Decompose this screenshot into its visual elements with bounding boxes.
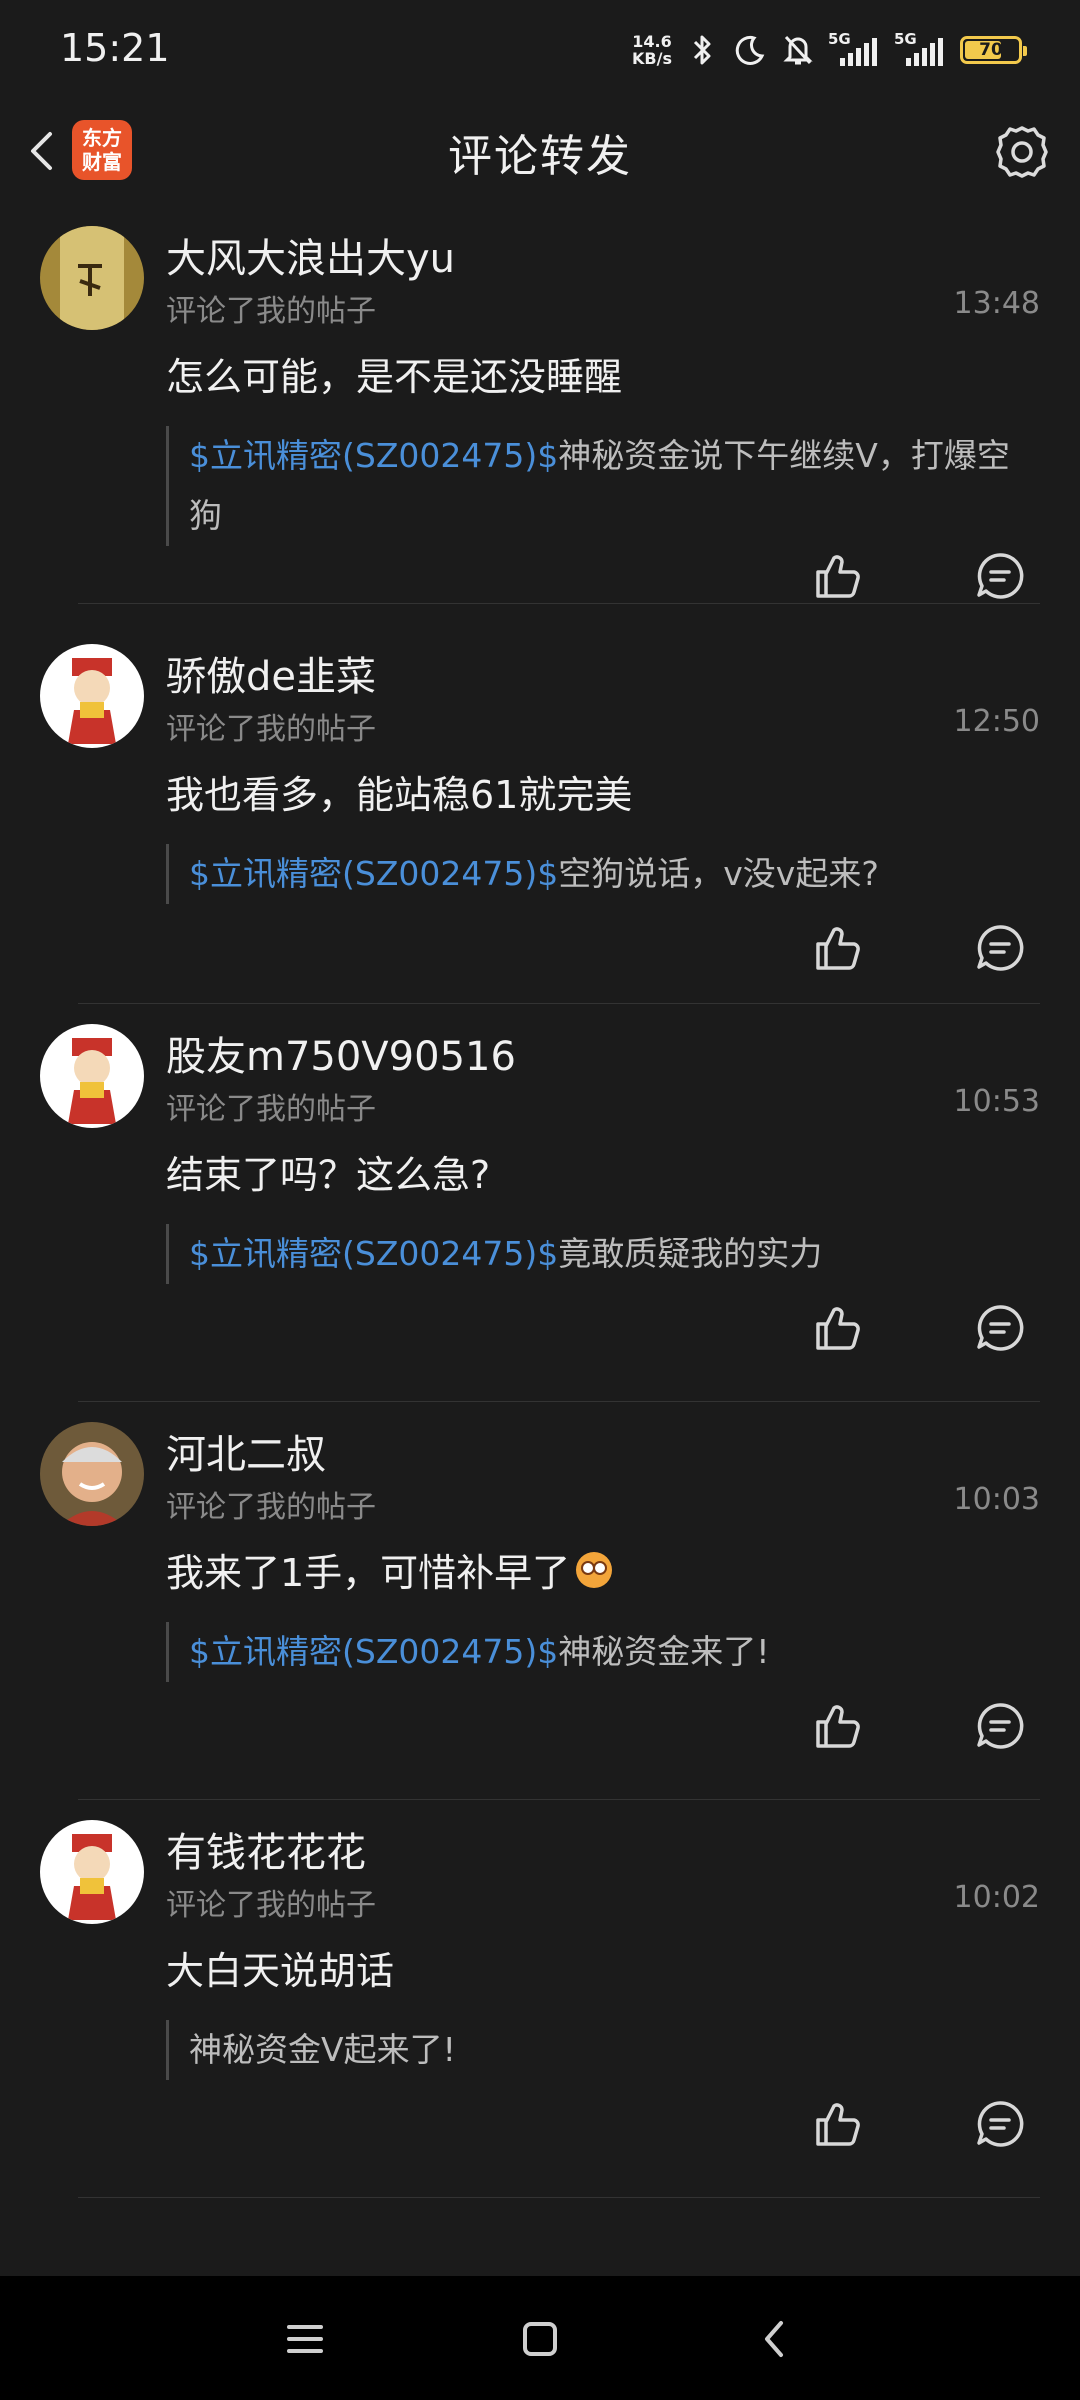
thumbs-up-icon [816,927,860,970]
gear-icon [996,126,1048,178]
reply-button[interactable] [970,918,1030,978]
quoted-text: 神秘资金来了! [558,1632,770,1671]
username[interactable]: 河北二叔 [166,1422,326,1480]
network-speed-unit: KB/s [632,49,672,68]
menu-nav-button[interactable] [278,2312,332,2366]
chat-bubble-icon [977,1305,1024,1351]
timestamp: 10:02 [953,1880,1040,1915]
battery-icon: 70 [960,36,1027,64]
comment-text: 我来了1手，可惜补早了 [166,1542,613,1597]
avatar[interactable] [40,644,144,748]
battery-percent: 70 [979,40,1003,60]
thumbs-up-icon [816,2103,860,2146]
quoted-post[interactable]: 神秘资金V起来了! [166,2020,1040,2080]
thumbs-up-icon [816,555,860,598]
comment-text: 结束了吗？这么急? [166,1144,490,1199]
reply-button[interactable] [970,546,1030,606]
comment-text: 我也看多，能站稳61就完美 [166,764,632,819]
network-speed-value: 14.6 [632,32,672,51]
stock-link[interactable]: $立讯精密(SZ002475)$ [189,1234,558,1273]
comment-text: 怎么可能，是不是还没睡醒 [166,346,622,401]
divider [78,2197,1040,2198]
back-nav-button[interactable] [748,2312,802,2366]
comment-text-body: 怎么可能，是不是还没睡醒 [166,355,623,399]
timestamp: 10:03 [953,1482,1040,1517]
comment-text-body: 大白天说胡话 [166,1949,395,1993]
avatar[interactable] [40,1422,144,1526]
timestamp: 10:53 [953,1084,1040,1119]
home-square-icon [523,2322,557,2356]
bluetooth-icon [684,32,720,68]
chat-bubble-icon [977,553,1024,599]
moon-icon [732,32,768,68]
action-text: 评论了我的帖子 [166,1092,376,1127]
quoted-post[interactable]: $立讯精密(SZ002475)$神秘资金来了! [166,1622,1040,1682]
like-button[interactable] [808,2094,868,2154]
action-text: 评论了我的帖子 [166,712,376,747]
comment-item[interactable]: 大风大浪出大yu 评论了我的帖子 13:48 怎么可能，是不是还没睡醒 $立讯精… [0,206,1080,604]
like-button[interactable] [808,546,868,606]
menu-icon [287,2325,323,2353]
comment-text-body: 我来了1手，可惜补早了 [166,1551,571,1595]
thumbs-up-icon [816,1705,860,1748]
reply-button[interactable] [970,1696,1030,1756]
quoted-post[interactable]: $立讯精密(SZ002475)$神秘资金说下午继续V，打爆空狗 [166,426,1040,546]
signal-sim1-icon: 5G [828,32,882,68]
mute-bell-icon [780,32,816,68]
like-button[interactable] [808,1298,868,1358]
username[interactable]: 有钱花花花 [166,1820,366,1878]
username[interactable]: 骄傲de韭菜 [166,644,376,702]
reply-button[interactable] [970,2094,1030,2154]
stock-link[interactable]: $立讯精密(SZ002475)$ [189,1632,558,1671]
username[interactable]: 股友m750V90516 [166,1024,516,1082]
comment-feed[interactable]: 大风大浪出大yu 评论了我的帖子 13:48 怎么可能，是不是还没睡醒 $立讯精… [0,206,1080,2276]
reply-button[interactable] [970,1298,1030,1358]
settings-button[interactable] [992,122,1052,182]
status-time: 15:21 [60,26,170,70]
comment-text-body: 我也看多，能站稳61就完美 [166,773,633,817]
comment-text-body: 结束了吗？这么急? [166,1153,491,1197]
page-title: 评论转发 [448,131,632,182]
status-icons: 14.6 KB/s 5G 5G 70 [632,28,1027,72]
header: 东方 财富 评论转发 [0,96,1080,206]
comment-item[interactable]: 骄傲de韭菜 评论了我的帖子 12:50 我也看多，能站稳61就完美 $立讯精密… [0,604,1080,1004]
like-button[interactable] [808,1696,868,1756]
timestamp: 12:50 [953,704,1040,739]
system-nav-bar [0,2276,1080,2400]
like-button[interactable] [808,918,868,978]
quoted-post[interactable]: $立讯精密(SZ002475)$竟敢质疑我的实力 [166,1224,1040,1284]
signal-sim2-icon: 5G [894,32,948,68]
status-bar: 15:21 14.6 KB/s 5G 5G 70 [0,0,1080,96]
stock-link[interactable]: $立讯精密(SZ002475)$ [189,854,558,893]
network-speed: 14.6 KB/s [632,33,672,67]
action-text: 评论了我的帖子 [166,1490,376,1525]
quoted-text: 神秘资金V起来了! [189,2030,456,2069]
back-arrow-icon [765,2321,783,2357]
chat-bubble-icon [977,925,1024,971]
action-text: 评论了我的帖子 [166,294,376,329]
username[interactable]: 大风大浪出大yu [166,226,455,284]
avatar[interactable] [40,1024,144,1128]
timestamp: 13:48 [953,286,1040,321]
action-text: 评论了我的帖子 [166,1888,376,1923]
comment-item[interactable]: 河北二叔 评论了我的帖子 10:03 我来了1手，可惜补早了 $立讯精密(SZ0… [0,1402,1080,1800]
home-nav-button[interactable] [513,2312,567,2366]
chat-bubble-icon [977,1703,1024,1749]
quoted-post[interactable]: $立讯精密(SZ002475)$空狗说话，v没v起来? [166,844,1040,904]
avatar[interactable] [40,226,144,330]
stock-link[interactable]: $立讯精密(SZ002475)$ [189,436,558,475]
thumbs-up-icon [816,1307,860,1350]
chat-bubble-icon [977,2101,1024,2147]
flushed-face-emoji-icon [576,1551,613,1588]
comment-item[interactable]: 有钱花花花 评论了我的帖子 10:02 大白天说胡话 神秘资金V起来了! [0,1800,1080,2198]
comment-text: 大白天说胡话 [166,1940,394,1995]
avatar[interactable] [40,1820,144,1924]
quoted-text: 空狗说话，v没v起来? [558,854,879,893]
comment-item[interactable]: 股友m750V90516 评论了我的帖子 10:53 结束了吗？这么急? $立讯… [0,1004,1080,1402]
quoted-text: 竟敢质疑我的实力 [558,1234,823,1273]
